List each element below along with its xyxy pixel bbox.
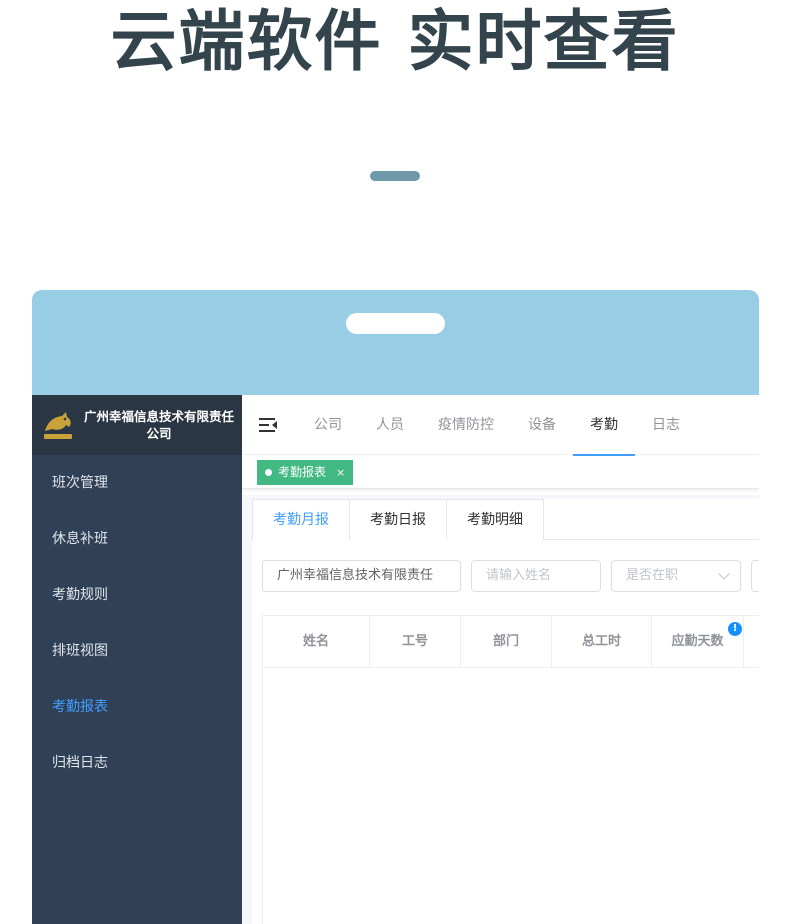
tag-attendance-report[interactable]: 考勤报表 × [257, 460, 354, 485]
device-frame: 广州幸福信息技术有限责任公司 班次管理 休息补班 考勤规则 排班视图 考勤报表 … [32, 290, 759, 924]
company-name: 广州幸福信息技术有限责任公司 [84, 409, 235, 441]
sidebar-item-shift-management[interactable]: 班次管理 [32, 455, 242, 511]
sidebar-menu: 班次管理 休息补班 考勤规则 排班视图 考勤报表 归档日志 [32, 455, 242, 791]
status-placeholder: 是否在职 [626, 568, 679, 583]
sidebar: 广州幸福信息技术有限责任公司 班次管理 休息补班 考勤规则 排班视图 考勤报表 … [32, 395, 242, 924]
menu-fold-icon[interactable] [259, 417, 277, 433]
sidebar-item-attendance-rules[interactable]: 考勤规则 [32, 567, 242, 623]
column-header-required-days[interactable]: 应勤天数 ! [652, 616, 744, 668]
column-header-department[interactable]: 部门 [461, 616, 552, 668]
tab-monthly-report[interactable]: 考勤月报 [252, 499, 350, 541]
table-header: 姓名 工号 部门 总工时 应勤天数 ! [263, 615, 759, 668]
title-divider [370, 171, 420, 181]
column-header-total-hours[interactable]: 总工时 [552, 616, 652, 668]
attendance-table: 姓名 工号 部门 总工时 应勤天数 ! [262, 615, 759, 924]
report-tabs: 考勤月报 考勤日报 考勤明细 [252, 499, 759, 541]
horse-logo-icon [40, 407, 76, 443]
column-header-employee-id[interactable]: 工号 [370, 616, 461, 668]
top-navbar: 公司 人员 疫情防控 设备 考勤 日志 [242, 395, 759, 456]
device-notch [346, 313, 445, 334]
app-screen: 广州幸福信息技术有限责任公司 班次管理 休息补班 考勤规则 排班视图 考勤报表 … [32, 395, 759, 924]
chevron-down-icon [718, 568, 730, 580]
topnav-personnel[interactable]: 人员 [359, 395, 421, 455]
tags-view: 考勤报表 × [242, 455, 759, 489]
tab-daily-report[interactable]: 考勤日报 [349, 499, 447, 540]
topnav-logs[interactable]: 日志 [635, 395, 697, 455]
topnav-attendance[interactable]: 考勤 [573, 395, 635, 456]
info-icon[interactable]: ! [728, 622, 742, 636]
sidebar-item-attendance-report[interactable]: 考勤报表 [32, 679, 242, 735]
close-icon[interactable]: × [336, 460, 345, 485]
sidebar-item-archive-log[interactable]: 归档日志 [32, 735, 242, 791]
tag-label: 考勤报表 [278, 465, 327, 479]
active-dot-icon [265, 469, 272, 476]
tab-detail-report[interactable]: 考勤明细 [446, 499, 544, 540]
extra-filter-field[interactable] [751, 560, 759, 592]
employment-status-select[interactable]: 是否在职 [611, 560, 741, 592]
content-area: 考勤月报 考勤日报 考勤明细 广州幸福信息技术有限责任 请输入姓名 是否在职 姓… [242, 495, 759, 924]
sidebar-item-rest-makeup[interactable]: 休息补班 [32, 511, 242, 567]
sidebar-item-schedule-view[interactable]: 排班视图 [32, 623, 242, 679]
main-area: 公司 人员 疫情防控 设备 考勤 日志 考勤报表 × 考勤月报 考勤日报 考勤明… [242, 395, 759, 924]
name-search-input[interactable]: 请输入姓名 [471, 560, 601, 592]
topnav-epidemic-control[interactable]: 疫情防控 [421, 395, 511, 455]
report-panel: 考勤月报 考勤日报 考勤明细 广州幸福信息技术有限责任 请输入姓名 是否在职 姓… [252, 499, 759, 924]
column-header-name[interactable]: 姓名 [263, 616, 370, 668]
required-days-label: 应勤天数 [671, 634, 724, 649]
company-select[interactable]: 广州幸福信息技术有限责任 [262, 560, 461, 592]
topnav-company[interactable]: 公司 [297, 395, 359, 455]
topnav-devices[interactable]: 设备 [511, 395, 573, 455]
page-title: 云端软件 实时查看 [110, 3, 680, 80]
brand-header: 广州幸福信息技术有限责任公司 [32, 395, 242, 455]
